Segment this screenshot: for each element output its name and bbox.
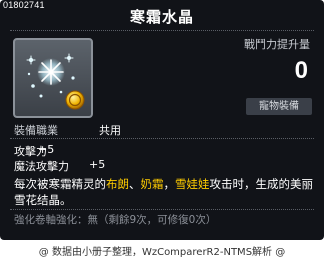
desc-text: 每次被寒霜精灵的 — [14, 177, 106, 191]
power-increase-label: 戰鬥力提升量 — [244, 38, 310, 51]
gold-coin-icon — [65, 90, 85, 110]
divider — [10, 30, 314, 31]
frost-crystal-icon — [26, 53, 85, 110]
stat-row-magic-attack: 魔法攻擊力 +5 — [14, 158, 105, 174]
monster-name: 奶霜 — [140, 177, 164, 191]
item-tooltip: 01802741 寒霜水晶 戰鬥力提升量 0 寵物裝備 裝備職業 共用 攻擊力 … — [0, 0, 324, 240]
item-icon-frame — [13, 38, 93, 118]
monster-name: 布朗 — [106, 177, 129, 191]
footer-credit: @ 数据由小册子整理，WzComparerR2-NTMS解析 @ — [38, 247, 286, 258]
desc-text: 、 — [129, 177, 141, 191]
stat-label: 魔法攻擊力 — [14, 160, 69, 173]
stat-value: +5 — [89, 158, 106, 171]
divider — [10, 209, 314, 210]
stat-value: +5 — [38, 143, 55, 156]
power-increase-value: 0 — [294, 57, 308, 84]
stat-row-attack: 攻擊力 +5 — [14, 143, 54, 159]
job-value: 共用 — [99, 124, 121, 137]
item-name: 寒霜水晶 — [129, 8, 194, 26]
pet-equip-badge: 寵物裝備 — [246, 98, 312, 115]
item-description: 每次被寒霜精灵的布朗、奶霜，雪娃娃攻击时，生成的美丽雪花结晶。 — [14, 176, 314, 208]
job-row: 裝備職業 共用 — [14, 122, 121, 138]
divider — [10, 138, 314, 139]
desc-text: ， — [163, 177, 176, 191]
job-label: 裝備職業 — [14, 124, 58, 137]
monster-name: 雪娃娃 — [175, 177, 210, 191]
upgrade-info: 強化卷軸強化：無（剩餘9次，可修復0次） — [14, 214, 217, 226]
